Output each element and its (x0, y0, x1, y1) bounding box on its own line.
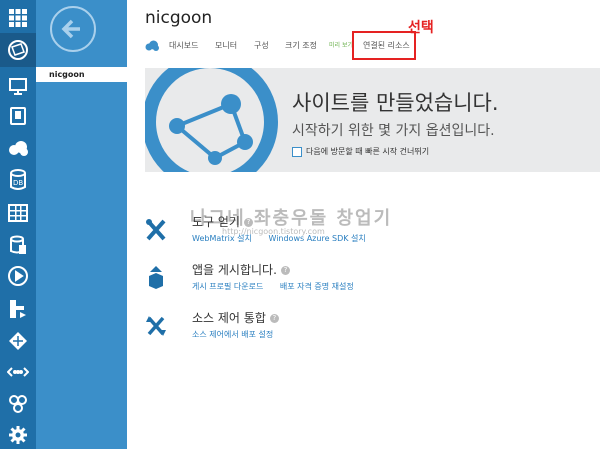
svg-text:DB: DB (13, 179, 23, 187)
skip-quickstart-option[interactable]: 다음에 방문할 때 빠른 시작 건너뛰기 (292, 146, 429, 157)
hdinsight-icon[interactable] (4, 231, 32, 259)
tab-monitor[interactable]: 모니터 (215, 40, 237, 51)
action-title: 소스 제어 통합 (192, 311, 266, 325)
page-title: nicgoon (145, 8, 213, 28)
list-item-source-control: 소스 제어 통합? 소스 제어에서 배포 설정 (145, 309, 475, 349)
tab-configure[interactable]: 구성 (254, 40, 269, 51)
hero-subtitle: 시작하기 위한 몇 가지 옵션입니다. (292, 123, 495, 139)
tab-scale[interactable]: 크기 조정 (285, 40, 317, 51)
highlight-box (352, 31, 416, 60)
settings-gear-icon[interactable] (4, 421, 32, 449)
tools-icon (146, 219, 166, 241)
main-content: nicgoon 대시보드 모니터 구성 크기 조정 미리 보기 연결된 리소스 … (127, 0, 600, 449)
resource-sub-nav: nicgoon (36, 0, 127, 449)
back-button[interactable] (50, 6, 96, 52)
networks-icon[interactable] (4, 327, 32, 355)
storage-icon[interactable] (4, 199, 32, 227)
left-icon-bar: DB (0, 0, 36, 449)
preview-badge: 미리 보기 (329, 42, 353, 49)
setup-source-control-link[interactable]: 소스 제어에서 배포 설정 (192, 330, 273, 339)
mobile-services-icon[interactable] (4, 102, 32, 130)
action-title: 앱을 게시합니다. (192, 263, 277, 277)
hero-title: 사이트를 만들었습니다. (292, 91, 499, 115)
back-arrow-icon (61, 19, 80, 39)
add-ons-icon[interactable] (4, 389, 32, 417)
help-icon[interactable]: ? (280, 266, 290, 275)
help-icon[interactable]: ? (269, 314, 279, 323)
cloud-services-icon[interactable] (4, 134, 32, 162)
virtual-machines-icon[interactable] (4, 72, 32, 100)
quick-start-banner: 사이트를 만들었습니다. 시작하기 위한 몇 가지 옵션입니다. 다음에 방문할… (145, 68, 600, 172)
subnav-item-nicgoon[interactable]: nicgoon (36, 67, 127, 82)
watermark-url: http://nicgoon.tistory.com (222, 227, 325, 236)
skip-quickstart-label: 다음에 방문할 때 빠른 시작 건너뛰기 (306, 147, 430, 156)
all-items-grid-icon[interactable] (4, 4, 32, 32)
skip-quickstart-checkbox[interactable] (292, 146, 302, 157)
download-publish-profile-link[interactable]: 게시 프로필 다운로드 (192, 282, 263, 291)
website-globe-icon (145, 68, 278, 172)
annotation-label: 선택 (408, 20, 434, 36)
tab-dashboard[interactable]: 대시보드 (169, 40, 198, 51)
publish-icon (149, 266, 163, 289)
traffic-manager-icon[interactable] (4, 358, 32, 386)
quick-start-cloud-icon[interactable] (145, 40, 159, 53)
list-item-publish-app: 앱을 게시합니다.? 게시 프로필 다운로드 배포 자격 증명 재설정 (145, 261, 475, 301)
sql-databases-icon[interactable]: DB (4, 166, 32, 194)
web-sites-icon[interactable] (0, 33, 36, 67)
service-bus-icon[interactable] (4, 295, 32, 323)
media-services-icon[interactable] (4, 262, 32, 290)
reset-deployment-credentials-link[interactable]: 배포 자격 증명 재설정 (280, 282, 354, 291)
source-control-icon (146, 316, 166, 336)
